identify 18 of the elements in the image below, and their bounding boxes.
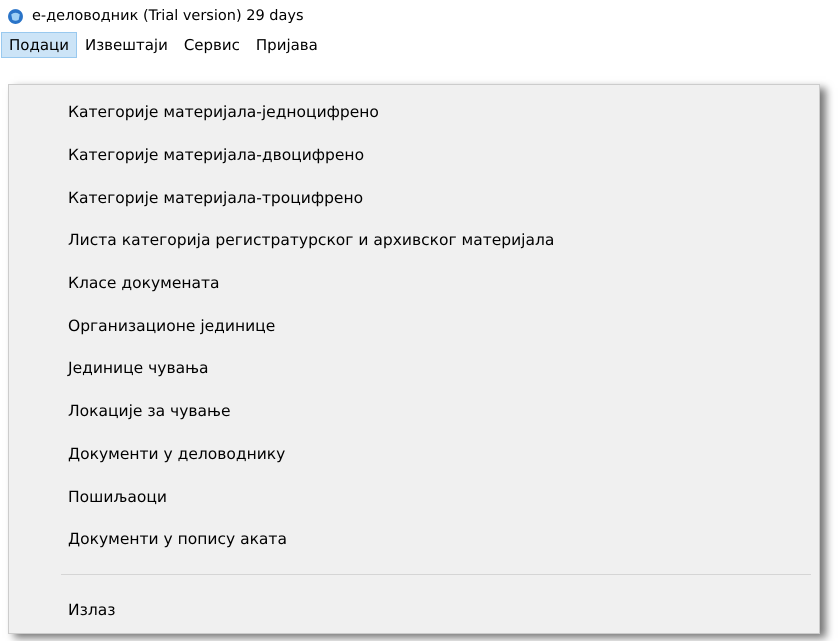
menu-item[interactable]: Пријава	[248, 32, 326, 58]
menu-entry[interactable]: Документи у деловоднику	[9, 432, 819, 476]
menu-entry[interactable]: Класе докумената	[9, 262, 819, 304]
window-title: е-деловодник (Trial version) 29 days	[32, 8, 304, 24]
menu-entry[interactable]: Листа категорија регистратурског и архивског материјала	[9, 219, 819, 262]
menu-entry[interactable]: Категорије материјала-троцифрено	[9, 176, 819, 220]
app-icon	[7, 8, 24, 24]
menu-entry[interactable]: Јединице чувања	[9, 347, 819, 390]
menu-entry[interactable]: Локације за чување	[9, 390, 819, 432]
menu-entry[interactable]: Излаз	[9, 588, 819, 632]
menu-entry[interactable]: Организационе јединице	[9, 304, 819, 348]
menu-item[interactable]: Сервис	[176, 32, 248, 58]
menu-item[interactable]: Подаци	[1, 32, 77, 58]
menu-entry[interactable]: Категорије материјала-једноцифрено	[9, 91, 819, 134]
menu-item[interactable]: Извештаји	[76, 32, 176, 58]
menu-entry[interactable]: Документи у попису аката	[9, 518, 819, 561]
menu-entry[interactable]: Пошиљаоци	[9, 475, 819, 518]
menu-entry[interactable]: Категорије материјала-двоцифрено	[9, 134, 819, 176]
